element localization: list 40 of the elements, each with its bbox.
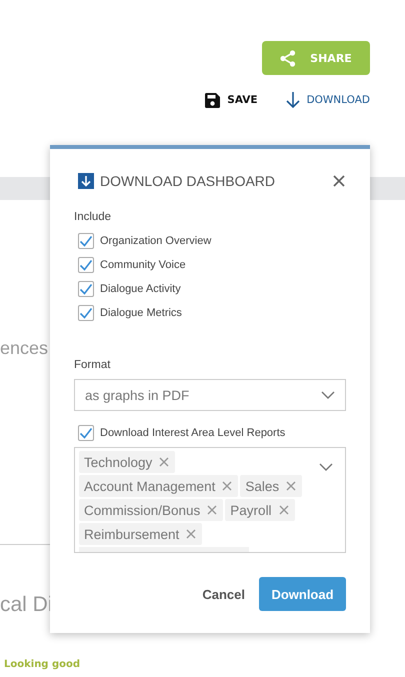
tag-chip[interactable]: Reimbursement: [79, 523, 202, 545]
section-label: Include: [74, 211, 112, 223]
save-button[interactable]: SAVE: [205, 92, 258, 108]
tag-chip[interactable]: Commission/Bonus: [79, 499, 224, 521]
close-button[interactable]: [332, 174, 346, 188]
checkbox[interactable]: [78, 281, 94, 297]
format-dropdown[interactable]: as graphs in PDF: [74, 379, 346, 411]
status-text: Looking good: [4, 658, 80, 672]
download-button[interactable]: DOWNLOAD: [286, 92, 370, 108]
checkbox-label: Community Voice: [100, 259, 186, 271]
download-icon: [78, 173, 94, 189]
cancel-button[interactable]: Cancel: [202, 586, 245, 602]
download-arrow-icon: [286, 92, 300, 108]
share-button[interactable]: SHARE: [262, 41, 370, 75]
section-heading: ences: [0, 337, 48, 360]
interest-area-select[interactable]: Technology Account Management Sales Commission/Bonus Payroll Reimbursement: [74, 447, 346, 553]
tag-chip[interactable]: Account Management: [79, 475, 238, 497]
remove-icon[interactable]: [222, 481, 232, 491]
checkbox-label: Download Interest Area Level Reports: [100, 427, 286, 439]
checkbox[interactable]: [78, 425, 94, 441]
checkbox-label: Organization Overview: [100, 235, 212, 247]
download-button[interactable]: Download: [259, 577, 346, 611]
share-icon: [280, 50, 296, 66]
remove-icon[interactable]: [159, 457, 170, 467]
tag-chip[interactable]: Payroll: [225, 499, 295, 521]
remove-icon[interactable]: [286, 481, 296, 491]
tag-chip[interactable]: Sales: [240, 475, 302, 497]
checkbox-label: Dialogue Activity: [100, 283, 181, 295]
dialog-title: DOWNLOAD DASHBOARD: [100, 173, 276, 189]
remove-icon[interactable]: [207, 505, 218, 515]
section-label: Format: [74, 359, 110, 371]
remove-icon[interactable]: [278, 505, 289, 515]
checkbox[interactable]: [78, 257, 94, 273]
chevron-down-icon: [321, 391, 335, 399]
chevron-down-icon: [319, 463, 333, 471]
checkbox-label: Dialogue Metrics: [100, 307, 182, 319]
checkbox[interactable]: [78, 233, 94, 249]
tag-chip[interactable]: Technology: [79, 451, 176, 473]
checkbox[interactable]: [78, 305, 94, 321]
remove-icon[interactable]: [186, 529, 196, 539]
